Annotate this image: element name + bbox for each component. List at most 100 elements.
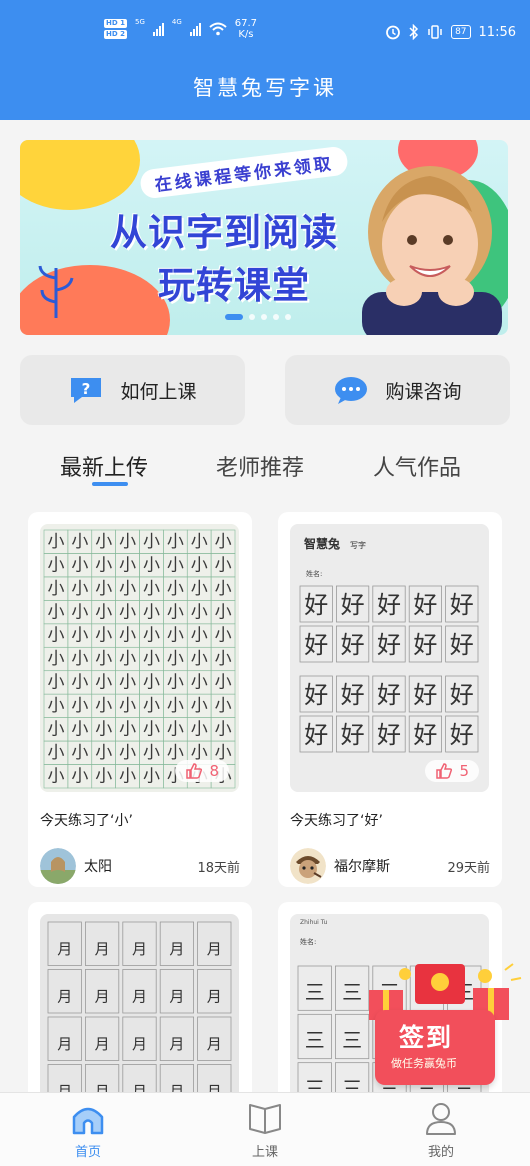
promo-banner[interactable]: 在线课程等你来领取 从识字到阅读 玩转课堂 — [20, 140, 508, 335]
speed-value: 67.7 — [234, 18, 258, 29]
purchase-consult-button[interactable]: 购课咨询 — [285, 355, 510, 425]
nav-home[interactable]: 首页 — [48, 1101, 128, 1160]
practice-character: 月 — [207, 940, 222, 958]
practice-sheet-image: 小小小小小小小小小小小小小小小小小小小小小小小小小小小小小小小小小小小小小小小小… — [43, 529, 236, 789]
plant-decor-icon — [38, 265, 74, 318]
practice-character: 小 — [95, 743, 112, 763]
practice-character: 月 — [207, 988, 222, 1006]
work-card[interactable]: 月月月月月月月月月月月月月月月月月月月月 — [28, 902, 252, 1114]
battery-icon: 87 — [451, 25, 471, 39]
practice-character: 好 — [377, 591, 401, 619]
speed-unit: K/s — [238, 29, 254, 40]
nav-class-label: 上课 — [251, 1145, 278, 1160]
practice-character: 好 — [377, 681, 401, 709]
practice-sheet-image: 智慧兔 写字 姓名: 好好好好好好好好好好好好好好好好好好好好 — [299, 536, 479, 753]
practice-character: 月 — [95, 1035, 110, 1053]
checkin-promo[interactable]: 签到 做任务赢兔币 — [355, 960, 525, 1085]
carousel-dot — [285, 314, 291, 320]
status-left: HD 1 HD 2 5G 4G 67.7 K/s — [104, 18, 257, 40]
practice-character: 小 — [215, 602, 232, 622]
practice-character: 小 — [143, 532, 160, 552]
vibrate-icon — [428, 25, 442, 39]
practice-character: 小 — [95, 555, 112, 575]
net-speed: 67.7 K/s — [235, 18, 257, 40]
practice-sheet-image: 月月月月月月月月月月月月月月月月月月月月 — [47, 921, 232, 1109]
post-time: 18天前 — [197, 860, 240, 876]
author[interactable]: 太阳 — [40, 848, 112, 884]
practice-character: 小 — [215, 626, 232, 646]
app-title-bar: 智慧兔写字课 — [0, 60, 530, 120]
practice-character: 三 — [305, 1028, 325, 1052]
tab-latest[interactable]: 最新上传 — [60, 450, 148, 482]
bluetooth-icon — [409, 24, 419, 40]
practice-character: 小 — [167, 532, 184, 552]
wifi-icon — [209, 22, 227, 36]
carousel-dot — [273, 314, 279, 320]
banner-headline-1: 从识字到阅读 — [110, 211, 338, 254]
hd1-badge: HD 1 — [104, 19, 127, 28]
sheet-brand-text: 智慧兔 — [303, 536, 340, 551]
how-to-class-button[interactable]: ? 如何上课 — [20, 355, 245, 425]
practice-character: 月 — [95, 940, 110, 958]
checkin-title: 签到 — [399, 1023, 454, 1052]
hd-badges: HD 1 HD 2 — [104, 19, 127, 39]
practice-character: 小 — [71, 673, 88, 693]
practice-character: 小 — [119, 696, 136, 716]
like-counter[interactable]: 5 — [425, 760, 479, 782]
author-name: 福尔摩斯 — [334, 859, 390, 875]
practice-character: 好 — [377, 721, 401, 749]
practice-character: 小 — [71, 696, 88, 716]
carousel-dot — [249, 314, 255, 320]
like-count: 5 — [459, 762, 469, 780]
practice-character: 小 — [47, 532, 64, 552]
work-card[interactable]: 智慧兔 写字 姓名: 好好好好好好好好好好好好好好好好好好好好 5 今天练习了‘… — [278, 512, 502, 887]
practice-character: 小 — [119, 602, 136, 622]
practice-character: 小 — [47, 649, 64, 669]
practice-character: 小 — [167, 696, 184, 716]
practice-character: 小 — [215, 696, 232, 716]
avatar — [40, 848, 76, 884]
practice-character: 小 — [71, 649, 88, 669]
alarm-icon — [386, 25, 400, 40]
svg-text:?: ? — [82, 380, 91, 398]
sheet-name-label: 姓名: — [300, 937, 316, 946]
tab-popular[interactable]: 人气作品 — [373, 450, 461, 482]
practice-character: 小 — [191, 696, 208, 716]
tab-teacher-picks[interactable]: 老师推荐 — [216, 450, 304, 482]
practice-character: 小 — [215, 555, 232, 575]
practice-character: 小 — [47, 555, 64, 575]
practice-character: 月 — [57, 1035, 72, 1053]
practice-character: 小 — [47, 602, 64, 622]
practice-character: 小 — [167, 602, 184, 622]
author[interactable]: 福尔摩斯 — [290, 848, 390, 884]
practice-character: 好 — [450, 681, 474, 709]
sheet-brand-sub: 写字 — [350, 540, 366, 550]
practice-character: 好 — [304, 591, 328, 619]
profile-icon — [426, 1103, 456, 1135]
practice-character: 小 — [191, 626, 208, 646]
signal1-icon — [152, 22, 164, 36]
nav-profile[interactable]: 我的 — [401, 1101, 481, 1160]
nav-class[interactable]: 上课 — [225, 1101, 305, 1160]
practice-character: 小 — [47, 743, 64, 763]
practice-character: 月 — [207, 1035, 222, 1053]
page-title: 智慧兔写字课 — [193, 76, 337, 100]
practice-character: 小 — [95, 579, 112, 599]
practice-character: 小 — [191, 649, 208, 669]
like-counter[interactable]: 8 — [175, 760, 229, 782]
how-to-class-label: 如何上课 — [120, 380, 197, 403]
practice-character: 小 — [47, 766, 64, 786]
practice-character: 小 — [191, 602, 208, 622]
practice-character: 好 — [341, 681, 365, 709]
practice-character: 小 — [95, 649, 112, 669]
practice-character: 小 — [143, 649, 160, 669]
practice-character: 小 — [95, 673, 112, 693]
book-icon — [249, 1104, 281, 1134]
practice-character: 小 — [215, 720, 232, 740]
practice-character: 小 — [119, 532, 136, 552]
practice-character: 小 — [47, 720, 64, 740]
work-card[interactable]: 小小小小小小小小小小小小小小小小小小小小小小小小小小小小小小小小小小小小小小小小… — [28, 512, 252, 887]
practice-character: 好 — [450, 721, 474, 749]
practice-character: 小 — [47, 673, 64, 693]
practice-character: 小 — [167, 720, 184, 740]
